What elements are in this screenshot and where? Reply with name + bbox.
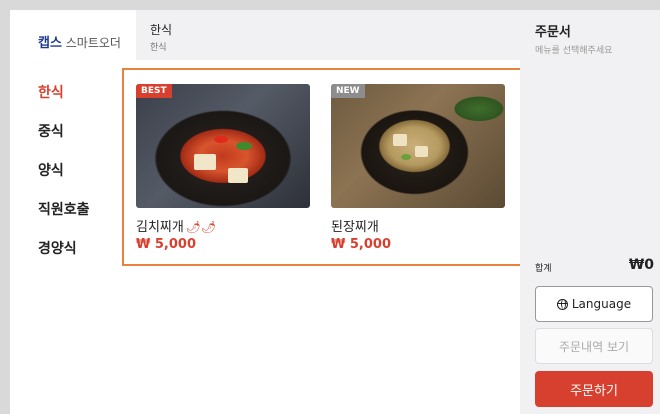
menu-item-price: ₩ 5,000: [331, 237, 391, 252]
soybean-stew-photo: NEW: [331, 84, 505, 208]
logo: 캡스 스마트오더: [38, 32, 121, 51]
best-badge: BEST: [136, 84, 172, 98]
menu-item-soybean-stew[interactable]: NEW 된장찌개 ₩ 5,000: [331, 84, 505, 252]
sidebar-item-chinese[interactable]: 중식: [38, 121, 64, 141]
sidebar-item-light-western[interactable]: 경양식: [38, 238, 77, 258]
menu-item-name: 김치찌개 🌶🌶: [136, 216, 310, 235]
order-hint: 메뉴를 선택해주세요: [535, 46, 613, 56]
globe-icon: [556, 298, 568, 310]
chili-icon: 🌶🌶: [185, 220, 217, 234]
submit-order-button[interactable]: 주문하기: [535, 371, 653, 407]
kiosk-frame: 캡스 스마트오더 한식 중식 양식 직원호출 경양식 한식 한식 BEST 김치…: [10, 10, 660, 414]
order-history-button[interactable]: 주문내역 보기: [535, 328, 653, 364]
new-badge: NEW: [331, 84, 365, 98]
logo-text: 스마트오더: [65, 36, 121, 50]
menu-item-name: 된장찌개: [331, 220, 379, 235]
breadcrumb: 한식: [150, 43, 167, 53]
sidebar-item-western[interactable]: 양식: [38, 160, 64, 180]
menu-item-kimchi-stew[interactable]: BEST 김치찌개 🌶🌶 ₩ 5,000: [136, 84, 310, 252]
menu-item-name-text: 김치찌개: [136, 220, 184, 235]
page-title: 한식: [150, 23, 173, 37]
language-button-label: Language: [571, 297, 632, 311]
menu-grid: BEST 김치찌개 🌶🌶 ₩ 5,000 NEW 된장찌개 ₩ 5,000: [122, 68, 522, 266]
kimchi-stew-photo: BEST: [136, 84, 310, 208]
order-panel: 주문서 메뉴를 선택해주세요 합계 ₩0 Language 주문내역 보기 주문…: [520, 10, 660, 414]
sidebar-item-staff-call[interactable]: 직원호출: [38, 199, 90, 219]
logo-brand: 캡스: [38, 36, 62, 51]
total-label: 합계: [535, 264, 552, 274]
order-title: 주문서: [535, 25, 571, 40]
total-value: ₩0: [628, 257, 654, 273]
sidebar-item-korean[interactable]: 한식: [38, 82, 64, 102]
category-header: 한식 한식: [136, 10, 520, 60]
menu-item-price: ₩ 5,000: [136, 237, 196, 252]
language-button[interactable]: Language: [535, 286, 653, 322]
